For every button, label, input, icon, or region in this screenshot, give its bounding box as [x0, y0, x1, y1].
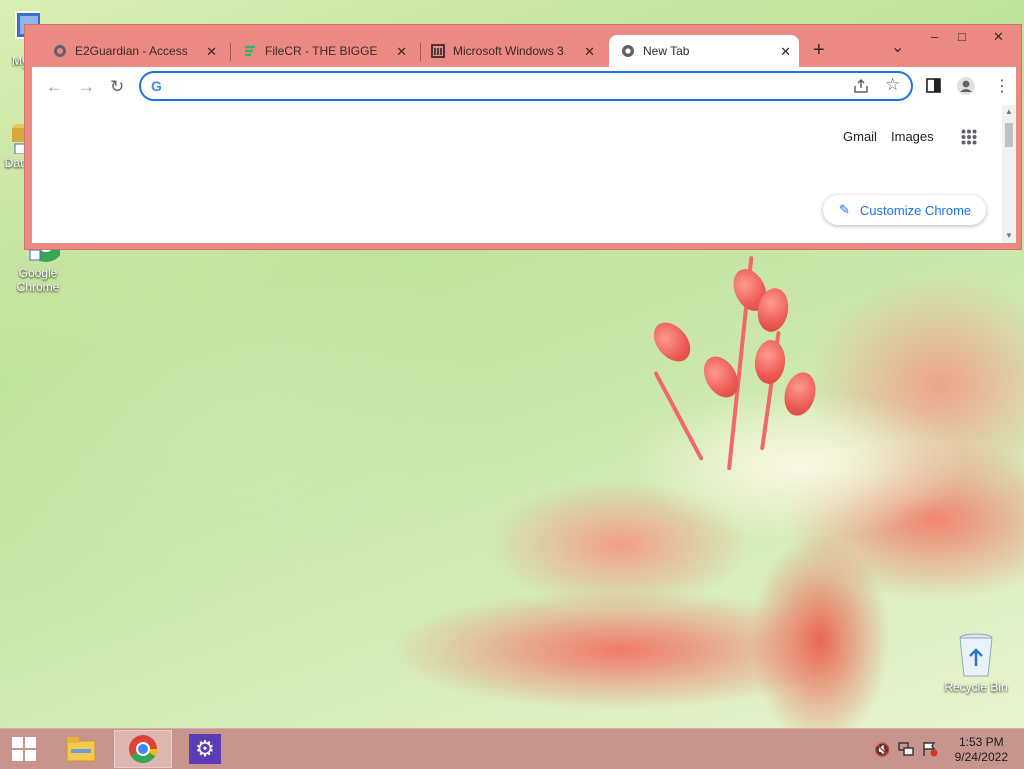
system-clock[interactable]: 1:53 PM 9/24/2022: [955, 735, 1008, 765]
tab-close-icon[interactable]: ✕: [584, 44, 595, 60]
desktop-icon-label: Recycle Bin: [944, 680, 1008, 694]
share-icon[interactable]: [853, 78, 869, 94]
flower-stamen: [653, 370, 704, 461]
clock-time: 1:53 PM: [958, 735, 1004, 749]
apps-grid-icon[interactable]: [961, 129, 977, 145]
clock-date: 9/24/2022: [954, 750, 1008, 764]
desktop-icon-label: Dat: [4, 156, 24, 170]
side-panel-icon[interactable]: [926, 78, 941, 93]
blocked-globe-icon: [54, 45, 66, 57]
scroll-up-arrow-icon[interactable]: ▲: [1005, 107, 1013, 116]
bookmark-star-icon[interactable]: ☆: [885, 75, 900, 95]
maximize-button[interactable]: □: [958, 29, 966, 44]
volume-muted-icon[interactable]: 🔇: [874, 742, 890, 758]
browser-toolbar: ← → ↻ G ☆ ⋮: [32, 67, 1016, 105]
filecr-icon: [245, 45, 255, 57]
recycle-bin-icon: [959, 633, 993, 677]
flower-anther: [753, 338, 787, 386]
scroll-down-arrow-icon[interactable]: ▼: [1005, 231, 1013, 240]
pencil-icon: ✎: [839, 202, 850, 217]
new-tab-page: Gmail Images ✎ Customize Chrome ▲ ▼: [32, 105, 1016, 243]
new-tab-button[interactable]: +: [813, 39, 825, 62]
file-explorer-icon: [66, 737, 96, 762]
desktop-icon-label: Google Chrome: [16, 266, 60, 294]
taskbar: ⚙ 🔇 1:53 PM 9/24/2022: [0, 728, 1024, 769]
tab-title: New Tab: [643, 44, 690, 58]
chrome-window: E2Guardian - Access De ✕ FileCR - THE BI…: [24, 24, 1022, 250]
settings-icon: ⚙: [189, 734, 221, 764]
forward-arrow-icon[interactable]: →: [78, 77, 95, 97]
taskbar-file-explorer[interactable]: [52, 730, 110, 768]
action-center-flag-icon[interactable]: [922, 741, 938, 757]
back-arrow-icon[interactable]: ←: [46, 77, 63, 97]
museum-icon: [431, 44, 445, 58]
taskbar-settings[interactable]: ⚙: [176, 730, 234, 768]
page-scrollbar[interactable]: ▲ ▼: [1002, 105, 1016, 243]
taskbar-chrome[interactable]: [114, 730, 172, 768]
tab-title: Microsoft Windows 3.0: [453, 44, 565, 58]
minimize-button[interactable]: –: [931, 29, 938, 44]
google-g-icon: G: [151, 78, 162, 94]
profile-avatar-icon[interactable]: [956, 76, 976, 96]
gmail-link[interactable]: Gmail: [843, 129, 877, 144]
tab-title: FileCR - THE BIGGEST S: [265, 44, 377, 58]
close-window-button[interactable]: ✕: [993, 29, 1004, 45]
tab-filecr[interactable]: FileCR - THE BIGGEST S ✕: [215, 35, 415, 67]
customize-chrome-button[interactable]: ✎ Customize Chrome: [823, 195, 986, 225]
customize-chrome-label: Customize Chrome: [859, 202, 972, 218]
flower-anther: [779, 368, 821, 420]
omnibox-input[interactable]: [171, 76, 835, 96]
windows-logo-icon: [12, 737, 36, 761]
network-icon[interactable]: [898, 741, 914, 757]
desktop-icon-recycle-bin[interactable]: Recycle Bin: [940, 632, 1012, 694]
reload-icon[interactable]: ↻: [110, 77, 124, 97]
menu-kebab-icon[interactable]: ⋮: [994, 76, 1010, 96]
images-link[interactable]: Images: [891, 129, 934, 144]
chrome-icon: [129, 735, 157, 763]
tab-e2guardian[interactable]: E2Guardian - Access De ✕: [25, 35, 225, 67]
tab-close-icon[interactable]: ✕: [780, 44, 791, 60]
tab-new-tab[interactable]: New Tab ✕: [609, 35, 799, 67]
tab-microsoft-windows[interactable]: Microsoft Windows 3.0 ✕: [403, 35, 603, 67]
start-button[interactable]: [0, 730, 48, 768]
tab-title: E2Guardian - Access De: [75, 44, 187, 58]
omnibox[interactable]: G ☆: [139, 71, 913, 101]
tab-strip: E2Guardian - Access De ✕ FileCR - THE BI…: [25, 25, 1021, 67]
scrollbar-thumb[interactable]: [1005, 123, 1013, 147]
chrome-icon: [622, 45, 634, 57]
tab-search-button[interactable]: ⌄: [891, 37, 904, 57]
flower-anther: [646, 315, 698, 369]
